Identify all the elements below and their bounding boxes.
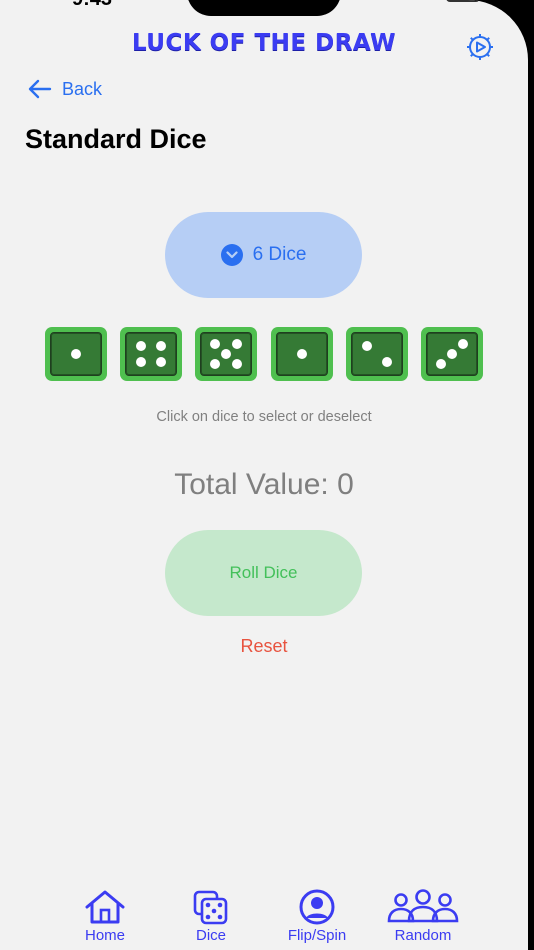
page-title: Standard Dice <box>25 124 207 154</box>
die-pip <box>436 358 446 369</box>
die-pip <box>210 339 221 350</box>
die-face <box>200 332 253 376</box>
settings-icon[interactable] <box>464 31 496 63</box>
die-pip <box>296 349 307 359</box>
tab-home[interactable]: Home <box>55 889 155 944</box>
die-face <box>275 332 328 376</box>
die-pip <box>232 358 243 369</box>
die-pip <box>381 357 392 368</box>
app-title: LUCK OF THE DRAW <box>131 30 397 56</box>
tab-label: Home <box>84 927 125 944</box>
roll-dice-button[interactable]: Roll Dice <box>165 530 362 616</box>
dice-icon <box>193 890 228 925</box>
tab-random[interactable]: Random <box>373 889 473 944</box>
tab-bar: Home Dice Flip/Spin Random <box>0 885 528 950</box>
die-pip <box>458 339 468 350</box>
arrow-left-icon <box>28 79 52 99</box>
die-face <box>125 332 178 376</box>
status-time: 9:43 <box>72 0 112 11</box>
dice-count-selector[interactable]: 6 Dice <box>165 212 362 298</box>
die-pip <box>136 340 147 351</box>
chevron-down-circle-icon <box>220 244 243 266</box>
die-pip <box>71 349 81 359</box>
tab-flip-spin[interactable]: Flip/Spin <box>267 889 367 944</box>
die-pip <box>156 340 167 351</box>
house-icon <box>85 890 125 924</box>
tab-label: Dice <box>195 927 226 944</box>
die-3[interactable] <box>195 327 258 381</box>
die-pip <box>221 349 232 359</box>
dice-hint: Click on dice to select or deselect <box>156 409 372 425</box>
die-pip <box>447 349 457 359</box>
back-label: Back <box>62 78 103 99</box>
tab-label: Flip/Spin <box>287 927 347 944</box>
dice-row <box>45 327 483 381</box>
die-pip <box>156 357 167 368</box>
tab-dice[interactable]: Dice <box>161 889 261 944</box>
die-pip <box>210 358 221 369</box>
die-pip <box>136 357 147 368</box>
die-face <box>50 332 102 376</box>
battery-icon <box>446 0 480 2</box>
die-face <box>350 332 403 376</box>
group-icon <box>387 889 459 923</box>
die-1[interactable] <box>45 327 107 381</box>
reset-button[interactable]: Reset <box>0 636 528 657</box>
person-circle-icon <box>299 889 335 925</box>
total-value: Total Value: 0 <box>174 468 354 501</box>
app-screen: 9:43 LUCK OF THE DRAW Back Standard Dice… <box>0 0 528 950</box>
device-notch <box>187 0 341 16</box>
die-6[interactable] <box>421 327 483 381</box>
dice-count-label: 6 Dice <box>252 244 307 265</box>
roll-dice-label: Roll Dice <box>229 563 298 582</box>
die-face <box>426 332 478 376</box>
die-4[interactable] <box>270 327 333 381</box>
die-5[interactable] <box>345 327 408 381</box>
back-button[interactable]: Back <box>28 76 102 102</box>
die-pip <box>232 339 243 350</box>
tab-label: Random <box>394 927 452 944</box>
status-icons <box>372 0 482 6</box>
die-pip <box>361 340 372 351</box>
die-2[interactable] <box>120 327 183 381</box>
